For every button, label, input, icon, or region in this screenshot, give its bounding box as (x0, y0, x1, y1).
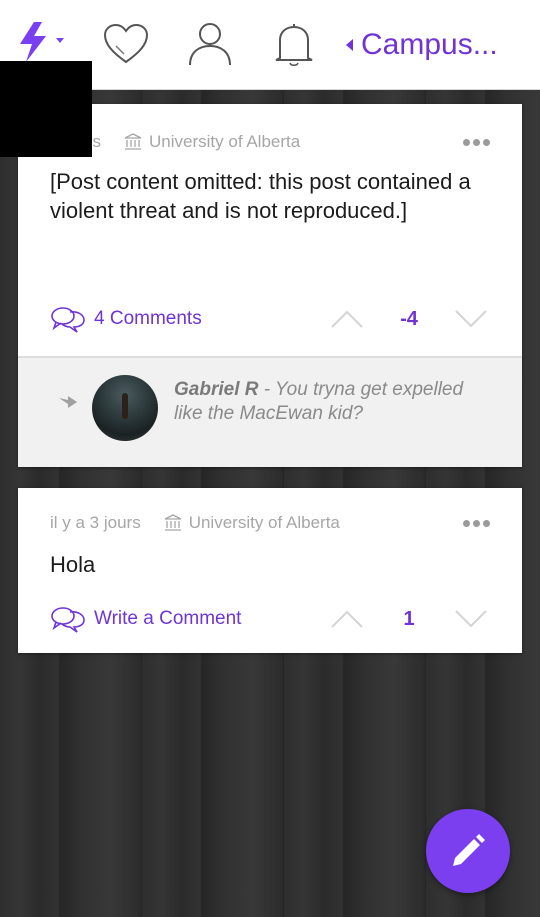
compose-post-button[interactable] (426, 809, 510, 893)
write-comment-link[interactable]: Write a Comment (50, 605, 241, 633)
comment-bubbles-icon (51, 307, 85, 333)
upvote-chevron-icon[interactable] (330, 309, 364, 329)
downvote-chevron-icon[interactable] (454, 309, 488, 329)
post-card: il y a 3 jours University of Alberta Hol… (18, 488, 522, 653)
vote-score: -4 (400, 307, 418, 330)
profile-icon[interactable] (186, 22, 234, 71)
comment-text: Gabriel R - You tryna get expelled like … (174, 378, 482, 426)
post-body: [Post content omitted: this post contain… (50, 169, 471, 223)
institution-name: University of Alberta (188, 513, 340, 532)
post-footer: 4 Comments -4 (50, 304, 488, 334)
post-body: Hola (50, 552, 96, 577)
pencil-icon (453, 834, 485, 866)
bell-icon[interactable] (272, 22, 316, 73)
upvote-chevron-icon[interactable] (330, 609, 364, 629)
comments-link[interactable]: 4 Comments (50, 305, 202, 333)
top-comment-preview[interactable]: Gabriel R - You tryna get expelled like … (18, 356, 522, 467)
downvote-chevron-icon[interactable] (454, 609, 488, 629)
post-meta: il y a 3 jours University of Alberta (50, 511, 490, 535)
more-options-icon[interactable] (463, 138, 490, 146)
institution-icon (164, 514, 181, 531)
commenter-avatar[interactable] (92, 375, 158, 441)
campus-selector[interactable]: Campus... (346, 28, 498, 62)
post-institution[interactable]: University of Alberta (123, 132, 300, 152)
campus-label: Campus... (361, 28, 498, 61)
institution-icon (124, 133, 142, 150)
post-meta: 2 jours University of Alberta (50, 130, 490, 154)
comments-label: 4 Comments (94, 308, 202, 329)
vote-controls: -4 (330, 308, 488, 331)
comments-label: Write a Comment (94, 608, 242, 629)
vote-score: 1 (403, 607, 415, 630)
more-options-icon[interactable] (463, 519, 490, 527)
vote-controls: 1 (330, 608, 488, 631)
reply-arrow-icon (59, 396, 77, 408)
comment-separator: - (258, 379, 276, 400)
institution-name: University of Alberta (149, 132, 301, 151)
post-time: il y a 3 jours (50, 513, 141, 532)
post-card: 2 jours University of Alberta [Post cont… (18, 104, 522, 467)
comment-bubbles-icon (51, 607, 85, 633)
post-footer: Write a Comment 1 (50, 604, 488, 634)
post-institution[interactable]: University of Alberta (163, 513, 340, 533)
comment-author: Gabriel R (174, 379, 259, 400)
redaction-block (0, 61, 92, 157)
heart-icon[interactable] (102, 22, 150, 71)
caret-left-icon (346, 39, 353, 51)
